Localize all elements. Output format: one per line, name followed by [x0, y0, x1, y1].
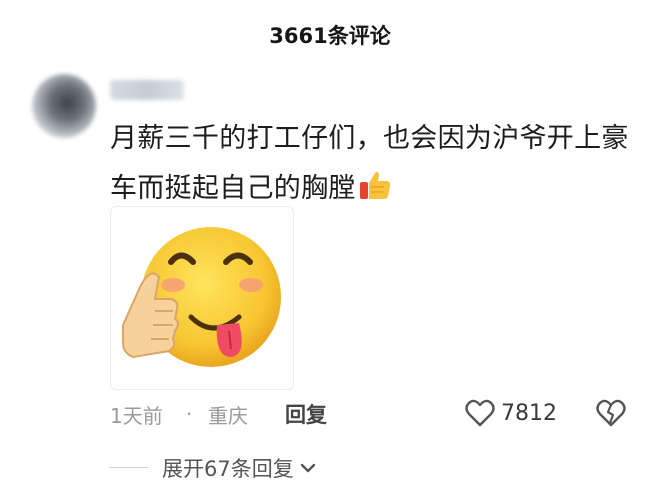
like-count: 7812	[501, 400, 557, 426]
meta-separator: ·	[186, 402, 193, 426]
expand-replies-button[interactable]: 展开67条回复	[162, 453, 316, 483]
comment-count-title: 3661条评论	[269, 24, 391, 48]
comment-time: 1天前	[110, 403, 163, 428]
broken-heart-icon	[596, 399, 626, 427]
reply-button[interactable]: 回复	[285, 401, 327, 427]
thumbs-up-icon	[358, 168, 392, 219]
comment-body: 月薪三千的打工仔们，也会因为沪爷开上豪车而挺起自己的胸膛	[110, 114, 630, 219]
username-blurred[interactable]	[110, 80, 184, 100]
like-button[interactable]: 7812	[465, 399, 557, 427]
comment-location: 重庆	[208, 403, 248, 428]
avatar[interactable]	[32, 74, 96, 138]
comments-header: 3661条评论	[0, 0, 660, 72]
sticker-image[interactable]	[110, 206, 294, 390]
expand-replies-label: 展开67条回复	[162, 457, 294, 481]
dislike-button[interactable]	[596, 399, 626, 431]
divider-line	[110, 467, 148, 468]
chevron-down-icon	[300, 463, 315, 473]
smiley-thumbs-up-icon	[122, 227, 281, 367]
heart-icon	[465, 399, 495, 427]
